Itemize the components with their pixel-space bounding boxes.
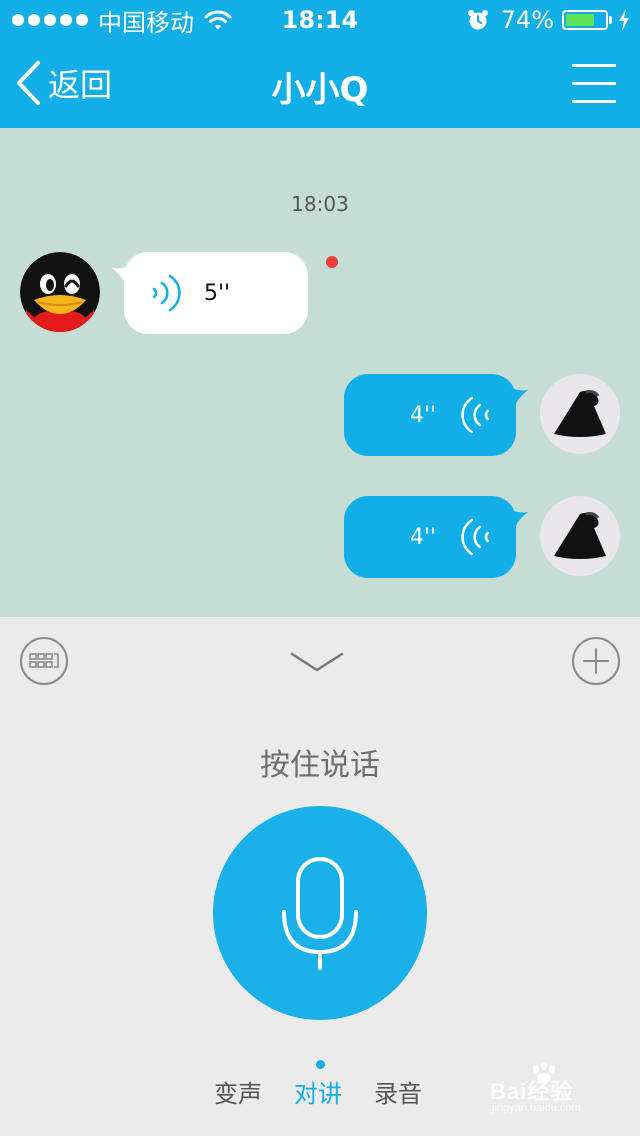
bubble-tail bbox=[504, 386, 528, 404]
user-avatar[interactable] bbox=[540, 496, 620, 576]
charging-bolt-icon bbox=[619, 9, 629, 31]
message-timestamp: 18:03 bbox=[291, 192, 349, 216]
mountain-avatar-icon bbox=[554, 512, 606, 559]
battery-icon bbox=[562, 10, 608, 30]
voice-message-bubble[interactable]: 4'' bbox=[344, 374, 528, 456]
unread-indicator bbox=[326, 256, 338, 268]
hold-to-talk-label: 按住说话 bbox=[260, 748, 380, 783]
menu-line bbox=[572, 64, 616, 67]
add-more-button[interactable] bbox=[572, 637, 620, 685]
tab-record[interactable]: 录音 bbox=[374, 1074, 422, 1109]
status-bar: 中国移动 18:14 74% bbox=[0, 0, 640, 40]
chat-area[interactable]: 18:03 5'' 4'' 4'' bbox=[0, 128, 640, 616]
voice-wave-icon bbox=[461, 518, 490, 556]
penguin-icon bbox=[20, 252, 100, 332]
microphone-icon bbox=[282, 857, 358, 970]
active-mode-indicator bbox=[316, 1060, 325, 1069]
nav-bar: 返回 小小Q bbox=[0, 40, 640, 128]
alarm-clock-icon bbox=[467, 10, 488, 30]
baidu-jingyan-watermark: Bai经验 jingyan.baidu.com bbox=[490, 1062, 610, 1124]
bubble-tail bbox=[112, 264, 136, 282]
plus-icon bbox=[583, 648, 609, 674]
menu-line bbox=[572, 82, 616, 85]
input-toolbar bbox=[0, 616, 640, 706]
voice-duration: 5'' bbox=[204, 280, 231, 306]
chat-title: 小小Q bbox=[271, 70, 369, 110]
hold-to-talk-mic-button[interactable] bbox=[213, 806, 427, 1020]
penguin-avatar[interactable] bbox=[20, 252, 100, 332]
status-right: 74% bbox=[467, 6, 630, 34]
voice-wave-icon bbox=[461, 396, 490, 434]
bubble-tail bbox=[504, 508, 528, 526]
watermark-url: jingyan.baidu.com bbox=[492, 1102, 581, 1114]
battery-level-fill bbox=[566, 14, 594, 26]
keyboard-icon bbox=[29, 653, 59, 668]
keyboard-toggle-button[interactable] bbox=[20, 637, 68, 685]
menu-button[interactable] bbox=[572, 64, 616, 104]
user-avatar[interactable] bbox=[540, 374, 620, 454]
tab-voice-changer[interactable]: 变声 bbox=[214, 1074, 262, 1109]
voice-message-bubble[interactable]: 5'' bbox=[112, 252, 308, 334]
voice-wave-icon bbox=[152, 274, 181, 312]
tab-intercom[interactable]: 对讲 bbox=[294, 1074, 342, 1109]
voice-duration: 4'' bbox=[409, 402, 436, 428]
battery-percent: 74% bbox=[500, 6, 554, 34]
voice-duration: 4'' bbox=[409, 524, 436, 550]
menu-line bbox=[572, 100, 616, 103]
battery-tip bbox=[609, 16, 612, 24]
collapse-chevron-down-icon[interactable] bbox=[290, 651, 344, 673]
voice-message-bubble[interactable]: 4'' bbox=[344, 496, 528, 578]
mountain-avatar-icon bbox=[554, 390, 606, 437]
